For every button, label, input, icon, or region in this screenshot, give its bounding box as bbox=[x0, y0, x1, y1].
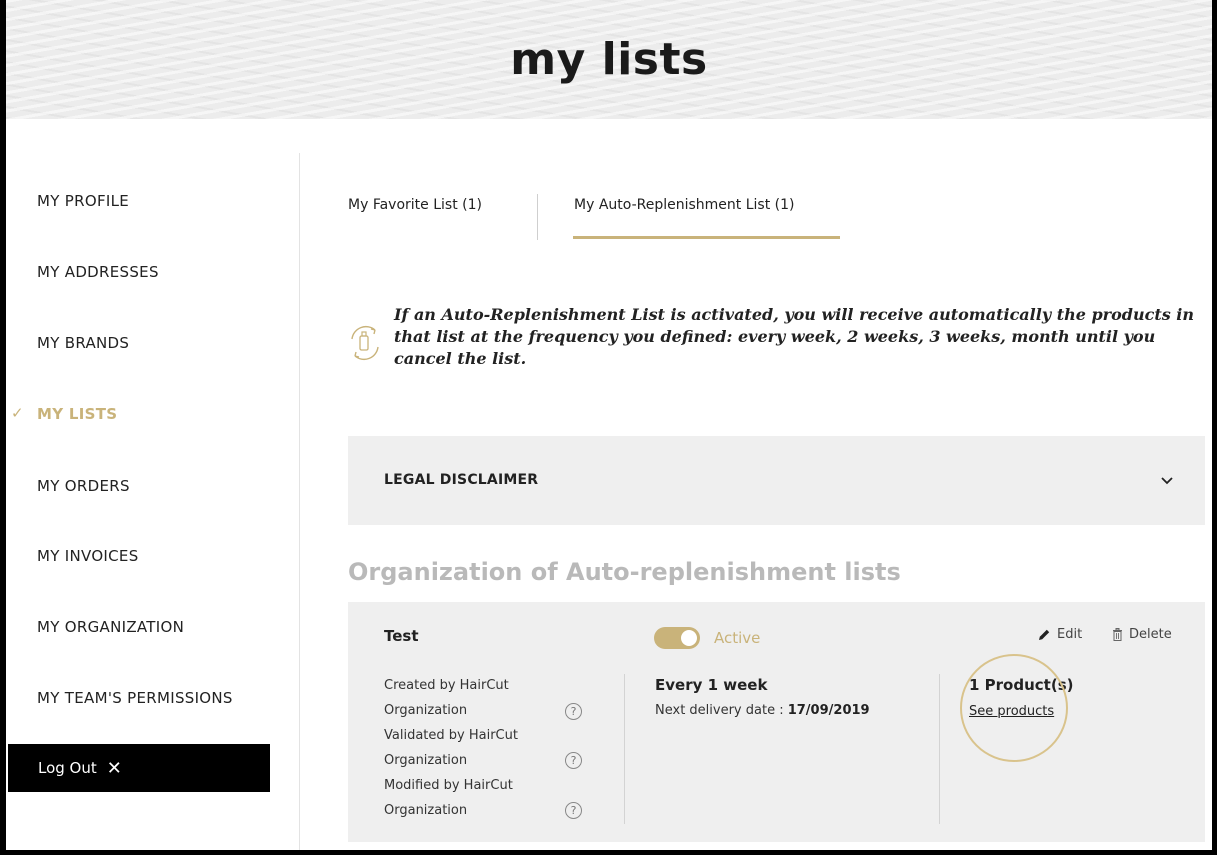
toggle-status-label: Active bbox=[714, 629, 761, 647]
trash-icon bbox=[1113, 628, 1122, 641]
column-divider bbox=[939, 674, 940, 824]
page-title: my lists bbox=[510, 34, 708, 85]
active-tab-indicator bbox=[573, 236, 840, 239]
sidebar-item-my-organization[interactable]: MY ORGANIZATION bbox=[37, 618, 184, 636]
sidebar-item-my-teams-permissions[interactable]: MY TEAM'S PERMISSIONS bbox=[37, 689, 233, 707]
list-name: Test bbox=[384, 627, 419, 645]
edit-button[interactable]: Edit bbox=[1038, 627, 1082, 642]
see-products-link[interactable]: See products bbox=[969, 704, 1054, 719]
sidebar-item-my-addresses[interactable]: MY ADDRESSES bbox=[37, 263, 159, 281]
next-delivery: Next delivery date : 17/09/2019 bbox=[655, 703, 870, 718]
help-icon[interactable]: ? bbox=[565, 752, 582, 769]
next-delivery-label: Next delivery date : bbox=[655, 703, 784, 718]
validated-by-label: Validated by HairCut bbox=[384, 728, 518, 743]
close-icon: ✕ bbox=[106, 757, 122, 779]
delivery-frequency: Every 1 week bbox=[655, 676, 768, 694]
created-by-label: Created by HairCut bbox=[384, 678, 509, 693]
page-header: my lists bbox=[6, 0, 1212, 119]
legal-disclaimer-accordion[interactable]: LEGAL DISCLAIMER bbox=[348, 436, 1205, 525]
legal-disclaimer-label: LEGAL DISCLAIMER bbox=[384, 472, 539, 488]
sidebar-item-my-orders[interactable]: MY ORDERS bbox=[37, 477, 130, 495]
delete-button[interactable]: Delete bbox=[1112, 627, 1172, 642]
help-icon[interactable]: ? bbox=[565, 703, 582, 720]
modified-by-label: Modified by HairCut bbox=[384, 778, 513, 793]
help-icon[interactable]: ? bbox=[565, 802, 582, 819]
tab-my-auto-replenishment-list[interactable]: My Auto-Replenishment List (1) bbox=[574, 197, 794, 213]
modified-by-org: Organization bbox=[384, 803, 468, 818]
replenish-icon bbox=[347, 321, 383, 365]
next-delivery-date: 17/09/2019 bbox=[787, 703, 870, 718]
logout-button[interactable]: Log Out ✕ bbox=[8, 744, 270, 792]
toggle-knob bbox=[681, 630, 697, 646]
sidebar-item-my-profile[interactable]: MY PROFILE bbox=[37, 192, 129, 210]
chevron-down-icon bbox=[1161, 477, 1173, 485]
sidebar-item-my-invoices[interactable]: MY INVOICES bbox=[37, 547, 139, 565]
active-toggle[interactable] bbox=[654, 627, 700, 649]
auto-replenishment-info: If an Auto-Replenishment List is activat… bbox=[394, 305, 1194, 368]
tab-divider bbox=[537, 194, 538, 240]
section-title: Organization of Auto-replenishment lists bbox=[348, 558, 901, 586]
sidebar-item-my-brands[interactable]: MY BRANDS bbox=[37, 334, 129, 352]
product-count: 1 Product(s) bbox=[969, 676, 1074, 694]
auto-replenishment-list-card: Test Active Edit Delete Created by HairC… bbox=[348, 602, 1205, 842]
edit-label: Edit bbox=[1057, 627, 1083, 642]
check-icon: ✓ bbox=[11, 404, 24, 422]
delete-label: Delete bbox=[1129, 627, 1172, 642]
created-by-org: Organization bbox=[384, 703, 468, 718]
page: my lists MY PROFILE MY ADDRESSES MY BRAN… bbox=[6, 0, 1212, 850]
sidebar-item-my-lists[interactable]: ✓ MY LISTS bbox=[11, 404, 118, 423]
sidebar-item-label: MY LISTS bbox=[37, 405, 118, 423]
tab-my-favorite-list[interactable]: My Favorite List (1) bbox=[348, 197, 482, 213]
logout-label: Log Out bbox=[38, 759, 97, 777]
sidebar: MY PROFILE MY ADDRESSES MY BRANDS ✓ MY L… bbox=[6, 153, 300, 850]
validated-by-org: Organization bbox=[384, 753, 468, 768]
pencil-icon bbox=[1039, 629, 1050, 640]
column-divider bbox=[624, 674, 625, 824]
